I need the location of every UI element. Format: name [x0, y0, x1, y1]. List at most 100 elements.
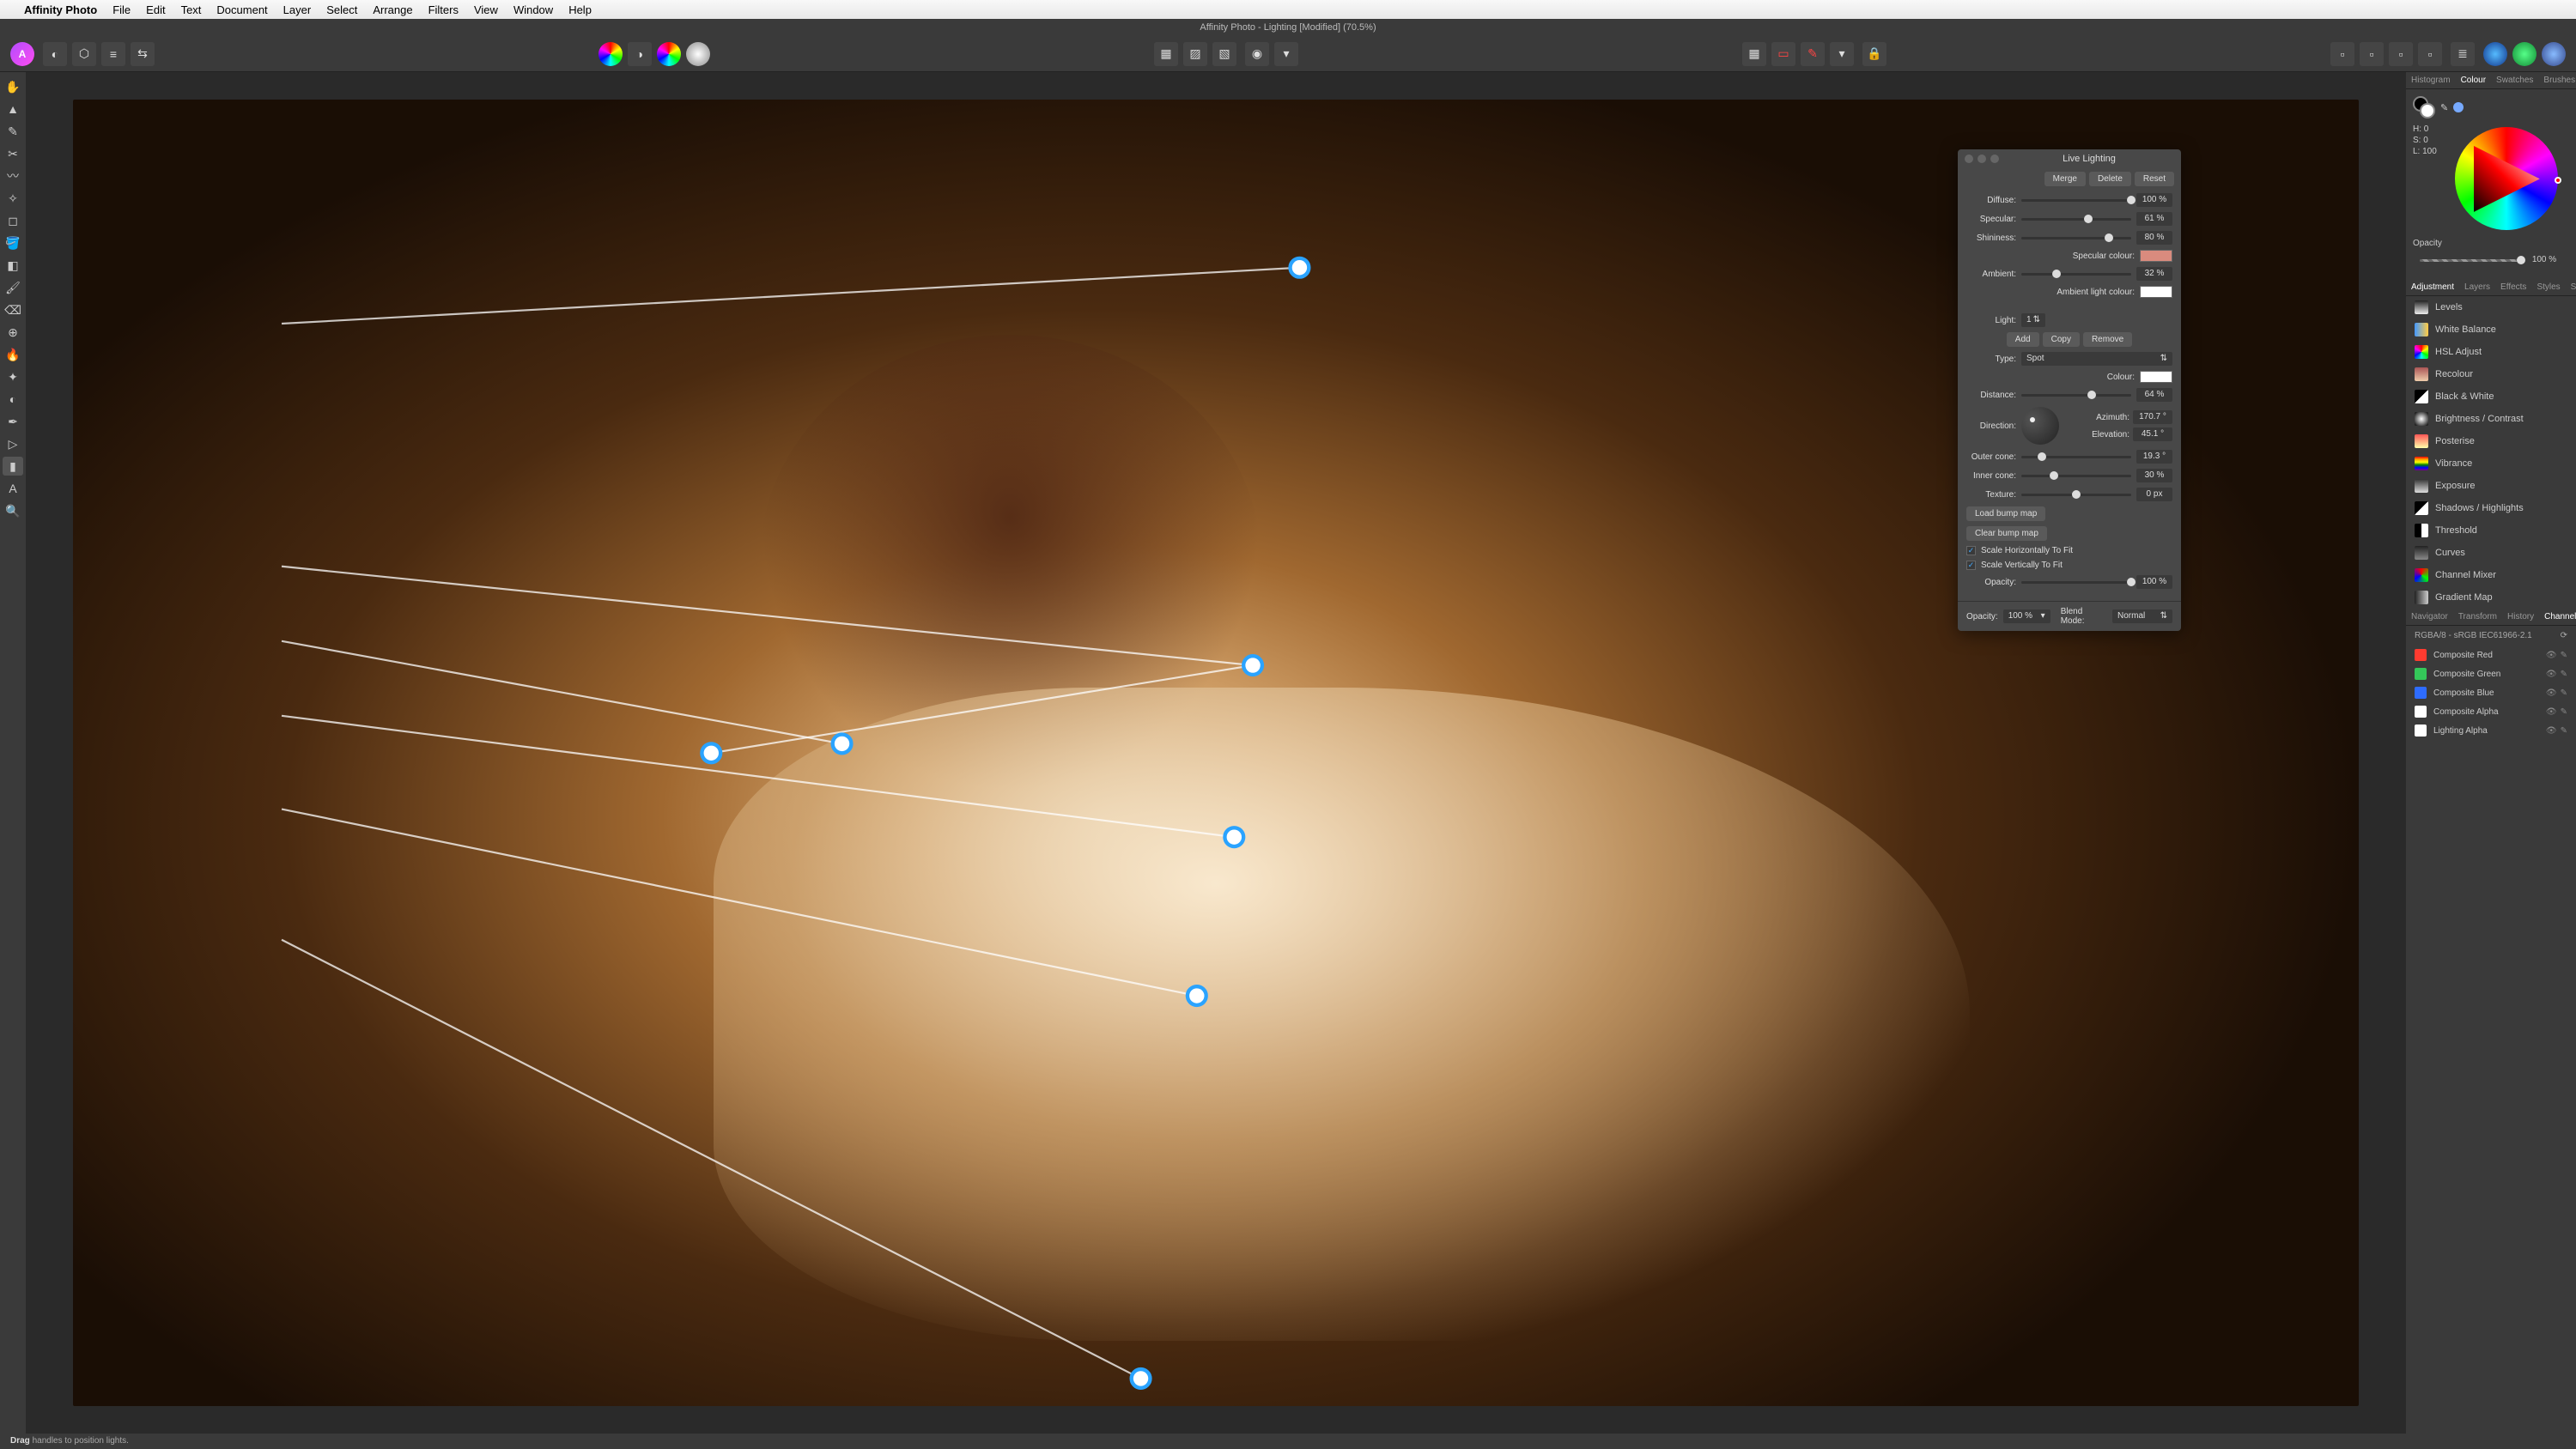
adjustment-vibrance[interactable]: Vibrance — [2406, 452, 2576, 475]
adjustment-black-white[interactable]: Black & White — [2406, 385, 2576, 408]
tab-channels[interactable]: Channels — [2539, 609, 2576, 625]
channel-composite-red[interactable]: Composite Red👁✎ — [2406, 646, 2576, 664]
selection-subtract-icon[interactable]: ▨ — [1183, 42, 1207, 66]
outer-cone-value[interactable]: 19.3 ° — [2136, 450, 2172, 464]
colour-wheel[interactable] — [2455, 127, 2558, 230]
specular-value[interactable]: 61 % — [2136, 212, 2172, 226]
menu-arrange[interactable]: Arrange — [373, 3, 412, 16]
burn-tool-icon[interactable]: 🔥 — [3, 345, 23, 364]
hand-tool-icon[interactable]: ✋ — [3, 77, 23, 96]
help-toolbar-icon[interactable] — [2542, 42, 2566, 66]
erase-tool-icon[interactable]: ⌫ — [3, 300, 23, 319]
ambient-value[interactable]: 32 % — [2136, 267, 2172, 281]
arrange-backward-icon[interactable]: ▫ — [2360, 42, 2384, 66]
hue-handle[interactable] — [2555, 177, 2561, 184]
remove-light-button[interactable]: Remove — [2083, 332, 2132, 347]
add-light-button[interactable]: Add — [2007, 332, 2039, 347]
selection-mode-icon[interactable]: ▦ — [1154, 42, 1178, 66]
tab-brushes[interactable]: Brushes — [2538, 72, 2576, 88]
menu-help[interactable]: Help — [568, 3, 592, 16]
adjustment-white-balance[interactable]: White Balance — [2406, 318, 2576, 341]
visibility-icon[interactable]: 👁 — [2546, 670, 2557, 679]
arrange-back-icon[interactable]: ▫ — [2330, 42, 2354, 66]
edit-icon[interactable]: ✎ — [2561, 707, 2567, 717]
eyedropper-icon[interactable]: ✎ — [2440, 102, 2448, 113]
ambient-slider[interactable] — [2021, 273, 2131, 276]
adjustment-gradient-map[interactable]: Gradient Map — [2406, 586, 2576, 609]
adjustment-posterise[interactable]: Posterise — [2406, 430, 2576, 452]
text-tool-icon[interactable]: A — [3, 479, 23, 498]
adjustment-exposure[interactable]: Exposure — [2406, 475, 2576, 497]
marquee-icon[interactable]: ◻ — [3, 211, 23, 230]
shininess-value[interactable]: 80 % — [2136, 231, 2172, 245]
channel-composite-alpha[interactable]: Composite Alpha👁✎ — [2406, 702, 2576, 721]
shininess-slider[interactable] — [2021, 237, 2131, 239]
azimuth-value[interactable]: 170.7 ° — [2133, 410, 2172, 424]
adjustment-hsl-adjust[interactable]: HSL Adjust — [2406, 341, 2576, 363]
crop-tool-icon[interactable]: ✂ — [3, 144, 23, 163]
pen-tool-icon[interactable]: ✒ — [3, 412, 23, 431]
selection-brush-icon[interactable]: 〰 — [3, 167, 23, 185]
distance-value[interactable]: 64 % — [2136, 388, 2172, 402]
tab-transform[interactable]: Transform — [2453, 609, 2502, 625]
visibility-icon[interactable]: 👁 — [2546, 651, 2557, 660]
texture-value[interactable]: 0 px — [2136, 488, 2172, 501]
selection-intersect-icon[interactable]: ▧ — [1212, 42, 1236, 66]
light-handle[interactable] — [1132, 1369, 1151, 1388]
inner-cone-value[interactable]: 30 % — [2136, 469, 2172, 482]
dropdown-icon[interactable]: ▾ — [1274, 42, 1298, 66]
blend-mode-dropdown[interactable]: Normal⇅ — [2112, 609, 2172, 623]
elevation-value[interactable]: 45.1 ° — [2133, 427, 2172, 441]
colour-opacity-value[interactable]: 100 % — [2526, 253, 2562, 267]
tab-colour[interactable]: Colour — [2456, 72, 2491, 88]
tab-swatches[interactable]: Swatches — [2491, 72, 2538, 88]
persona-export-icon[interactable]: ⇆ — [131, 42, 155, 66]
tab-histogram[interactable]: Histogram — [2406, 72, 2456, 88]
menu-select[interactable]: Select — [326, 3, 357, 16]
tab-layers[interactable]: Layers — [2459, 279, 2495, 295]
menu-text[interactable]: Text — [181, 3, 202, 16]
zoom-tool-icon[interactable]: 🔍 — [3, 501, 23, 520]
light-selector[interactable]: 1⇅ — [2021, 313, 2045, 327]
account-icon[interactable] — [2483, 42, 2507, 66]
reset-button[interactable]: Reset — [2135, 172, 2174, 186]
assist-dropdown-icon[interactable]: ▾ — [1830, 42, 1854, 66]
merge-button[interactable]: Merge — [2044, 172, 2086, 186]
menu-file[interactable]: File — [112, 3, 131, 16]
clear-bump-button[interactable]: Clear bump map — [1966, 526, 2047, 541]
move-tool-icon[interactable]: ▲ — [3, 100, 23, 118]
direction-widget[interactable] — [2021, 407, 2059, 445]
texture-slider[interactable] — [2021, 494, 2131, 496]
diffuse-slider[interactable] — [2021, 199, 2131, 202]
menu-window[interactable]: Window — [513, 3, 553, 16]
tab-styles[interactable]: Styles — [2531, 279, 2565, 295]
adjustment-shadows-highlights[interactable]: Shadows / Highlights — [2406, 497, 2576, 519]
colour-mode-icon[interactable] — [2453, 102, 2464, 112]
menu-view[interactable]: View — [474, 3, 498, 16]
clone-tool-icon[interactable]: ⊕ — [3, 323, 23, 342]
panel-opacity-value[interactable]: 100 % — [2136, 575, 2172, 589]
persona-liquify-icon[interactable]: ⬡ — [72, 42, 96, 66]
adjustment-recolour[interactable]: Recolour — [2406, 363, 2576, 385]
app-name[interactable]: Affinity Photo — [24, 3, 97, 16]
quickmask-icon[interactable]: ◉ — [1245, 42, 1269, 66]
light-handle[interactable] — [1225, 828, 1244, 846]
arrange-forward-icon[interactable]: ▫ — [2389, 42, 2413, 66]
dodge-tool-icon[interactable]: ◐ — [3, 390, 23, 409]
channel-lighting-alpha[interactable]: Lighting Alpha👁✎ — [2406, 721, 2576, 740]
assist-icon[interactable]: ✎ — [1801, 42, 1825, 66]
menu-filters[interactable]: Filters — [428, 3, 459, 16]
adjustment-levels[interactable]: Levels — [2406, 296, 2576, 318]
snap-icon[interactable]: ▭ — [1771, 42, 1795, 66]
lock-icon[interactable]: 🔒 — [1862, 42, 1886, 66]
refresh-icon[interactable]: ⟳ — [2561, 631, 2567, 640]
auto-wb-icon[interactable] — [686, 42, 710, 66]
flood-select-icon[interactable]: ✧ — [3, 189, 23, 208]
adjustment-channel-mixer[interactable]: Channel Mixer — [2406, 564, 2576, 586]
edit-icon[interactable]: ✎ — [2561, 670, 2567, 679]
light-origin-handle[interactable] — [702, 743, 721, 762]
menu-layer[interactable]: Layer — [283, 3, 312, 16]
channel-composite-green[interactable]: Composite Green👁✎ — [2406, 664, 2576, 683]
visibility-icon[interactable]: 👁 — [2546, 688, 2557, 698]
stepper-icon[interactable]: ⇅ — [2033, 313, 2040, 327]
